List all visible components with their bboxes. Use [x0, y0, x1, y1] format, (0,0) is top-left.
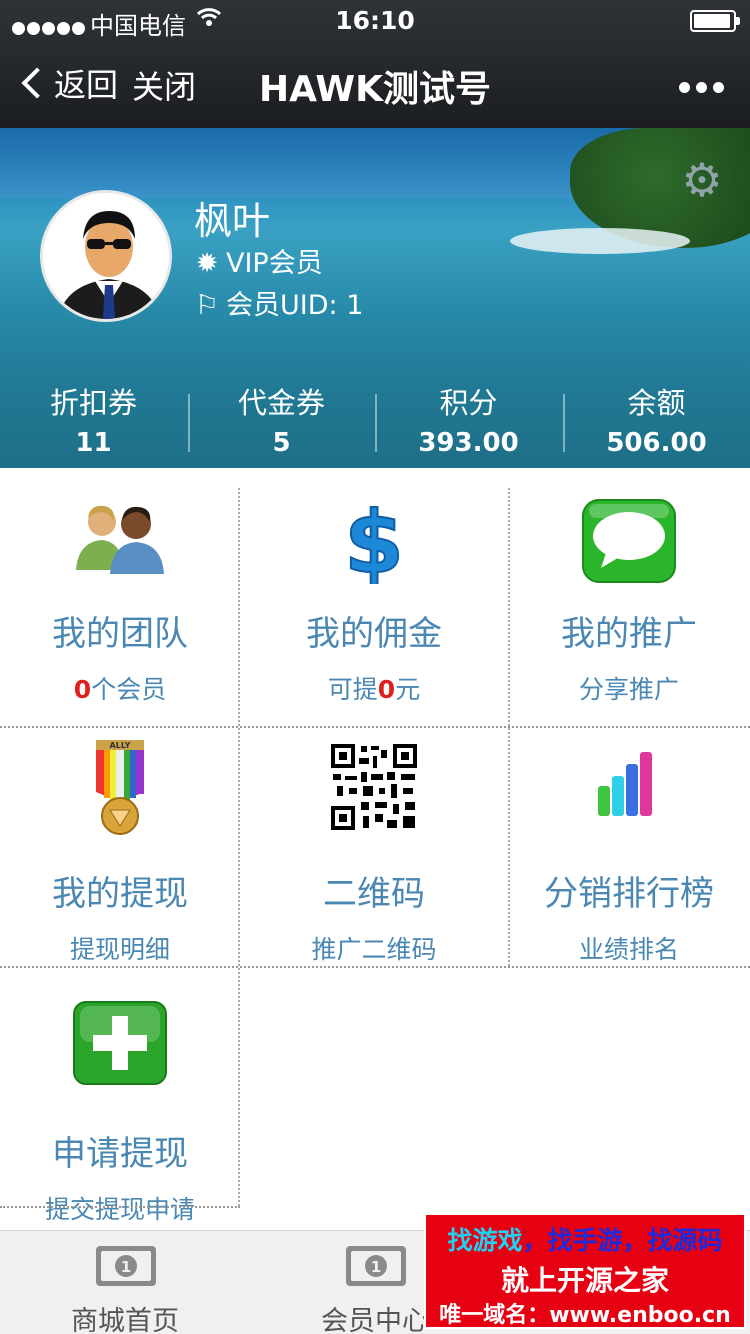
menu-item-title: 我的佣金 [306, 614, 442, 654]
navigation-bar: 返回 关闭 HAWK测试号 [0, 40, 750, 128]
menu-item-subtitle: 业绩排名 [578, 935, 679, 964]
grid-divider [0, 966, 750, 968]
qrcode-icon [240, 742, 508, 832]
tab-mall-home[interactable]: 1 商城首页 [0, 1231, 250, 1334]
team-icon [0, 498, 240, 586]
menu-item-subtitle: 提交提现申请 [44, 1195, 195, 1224]
menu-item-my-promotion[interactable]: 我的推广 分享推广 [508, 468, 750, 708]
flag-icon: ⚐ [194, 290, 220, 321]
ad-line-2: 就上开源之家 [500, 1264, 669, 1297]
tab-label: 商城首页 [71, 1306, 179, 1334]
page-title: HAWK测试号 [259, 69, 491, 110]
menu-item-my-team[interactable]: 我的团队 0个会员 [0, 468, 240, 708]
menu-item-apply-withdrawal[interactable]: 申请提现 提交提现申请 [0, 988, 240, 1228]
grid-divider [0, 726, 750, 728]
more-dots-icon[interactable] [673, 78, 724, 97]
commission-suffix: 元 [395, 675, 421, 704]
stat-value: 393.00 [418, 428, 519, 458]
member-count-suffix: 个会员 [91, 675, 167, 704]
stat-label: 余额 [627, 386, 686, 420]
menu-item-title: 二维码 [323, 874, 425, 914]
stat-value: 11 [75, 428, 112, 458]
stat-value: 506.00 [606, 428, 707, 458]
plus-icon [0, 1000, 240, 1088]
menu-item-qrcode[interactable]: 二维码 推广二维码 [240, 728, 508, 968]
menu-item-title: 我的团队 [52, 614, 188, 654]
stat-label: 折扣券 [49, 386, 137, 420]
status-bar: 中国电信 16:10 [0, 0, 750, 40]
grid-divider [238, 488, 240, 1206]
member-count: 0 [73, 675, 92, 704]
menu-item-title: 分销排行榜 [544, 874, 714, 914]
dollar-icon: $ [240, 498, 508, 586]
ad-banner[interactable]: 找游戏，找手游，找源码 就上开源之家 唯一域名：www.enboo.cn [424, 1213, 746, 1329]
gear-icon[interactable]: ⚙ [678, 156, 726, 204]
commission-amount: 0 [377, 675, 396, 704]
menu-item-subtitle: 可提0元 [240, 670, 508, 706]
menu-item-my-commission[interactable]: $ 我的佣金 可提0元 [240, 468, 508, 708]
status-time: 16:10 [335, 6, 415, 35]
grid-divider [0, 1206, 240, 1208]
member-uid-label: 会员UID: 1 [226, 290, 364, 321]
stat-balance[interactable]: 余额 506.00 [563, 380, 750, 458]
ad-line-3: 唯一域名：www.enboo.cn [439, 1303, 731, 1328]
user-name: 枫叶 [194, 199, 271, 243]
menu-item-subtitle: 推广二维码 [311, 935, 437, 964]
banknote-icon: 1 [95, 1245, 157, 1287]
menu-item-my-withdrawals[interactable]: ALLY 我的提现 提现明细 [0, 728, 240, 968]
chat-bubble-icon [508, 498, 750, 586]
profile-banner: ⚙ 枫叶 ✹ VIP会员 ⚐ 会员UID: 1 折扣券 11 代金券 5 积分 … [0, 128, 750, 468]
ad-line-1-highlight: 找游戏 [447, 1226, 523, 1255]
top-bar: 中国电信 16:10 返回 关闭 HAWK测试号 [0, 0, 750, 128]
member-center-screen: 中国电信 16:10 返回 关闭 HAWK测试号 ⚙ 枫叶 ✹ VIP会员 ⚐ … [0, 0, 750, 1334]
commission-prefix: 可提 [327, 675, 378, 704]
stat-value: 5 [272, 428, 291, 458]
ad-line-1: 找游戏，找手游，找源码 [426, 1221, 744, 1257]
battery-icon [690, 10, 740, 32]
menu-item-title: 我的提现 [52, 874, 188, 914]
menu-item-ranking[interactable]: 分销排行榜 业绩排名 [508, 728, 750, 968]
badge-icon: ✹ [195, 248, 219, 279]
svg-text:1: 1 [121, 1258, 131, 1276]
menu-item-subtitle: 提现明细 [69, 935, 170, 964]
member-level: ✹ VIP会员 [194, 241, 323, 280]
banner-surf [510, 228, 690, 254]
member-uid: ⚐ 会员UID: 1 [194, 283, 363, 322]
banknote-icon: 1 [345, 1245, 407, 1287]
svg-text:1: 1 [371, 1258, 381, 1276]
stat-cash-coupons[interactable]: 代金券 5 [188, 380, 375, 458]
medal-icon: ALLY [0, 740, 240, 836]
stats-row: 折扣券 11 代金券 5 积分 393.00 余额 506.00 [0, 380, 750, 460]
stat-discount-coupons[interactable]: 折扣券 11 [0, 380, 187, 458]
bar-chart-icon [508, 748, 750, 836]
avatar[interactable] [40, 190, 172, 322]
stat-label: 代金券 [237, 386, 325, 420]
stat-points[interactable]: 积分 393.00 [375, 380, 562, 458]
member-level-label: VIP会员 [226, 248, 323, 279]
svg-text:$: $ [344, 498, 404, 584]
menu-item-title: 申请提现 [52, 1134, 188, 1174]
menu-item-subtitle: 分享推广 [578, 675, 679, 704]
stat-label: 积分 [439, 386, 498, 420]
menu-item-subtitle: 0个会员 [0, 670, 240, 706]
ad-line-1-rest: ，找手游，找源码 [522, 1226, 723, 1255]
medal-text: ALLY [110, 741, 131, 750]
menu-item-title: 我的推广 [561, 614, 697, 654]
